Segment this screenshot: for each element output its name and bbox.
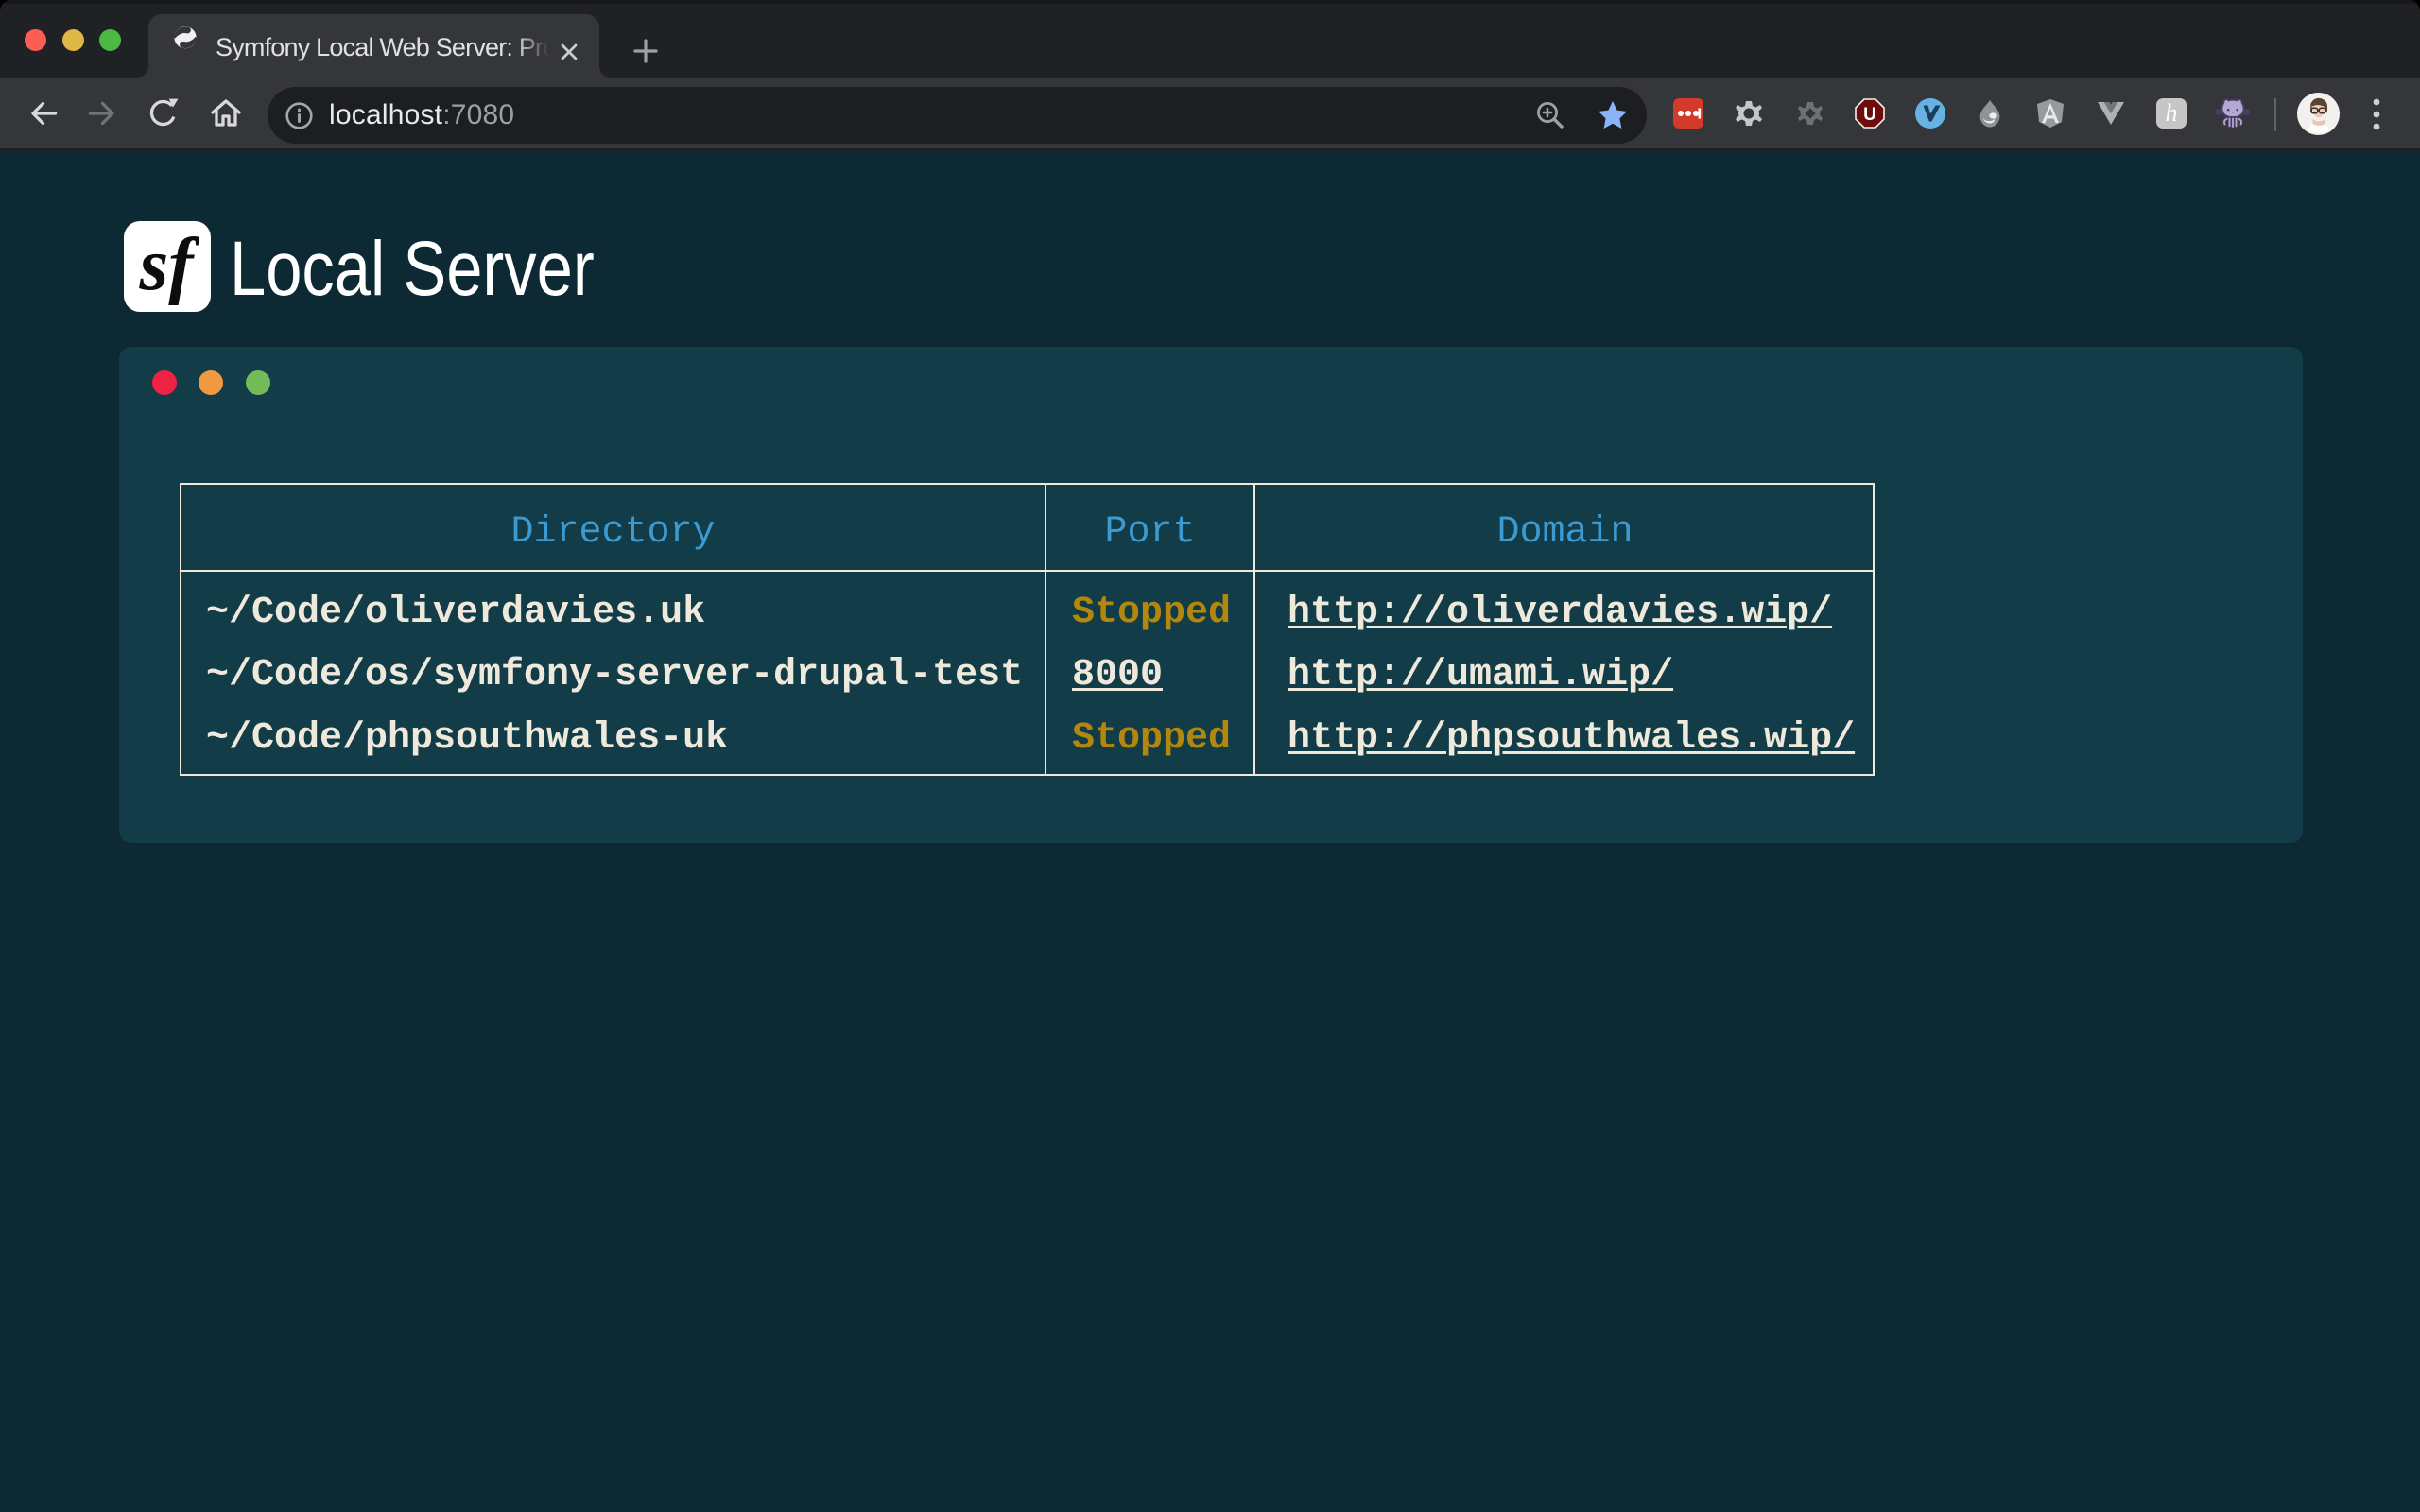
svg-text:U: U — [1863, 105, 1876, 125]
svg-text:sf: sf — [138, 224, 199, 306]
svg-text:h: h — [2166, 99, 2178, 127]
